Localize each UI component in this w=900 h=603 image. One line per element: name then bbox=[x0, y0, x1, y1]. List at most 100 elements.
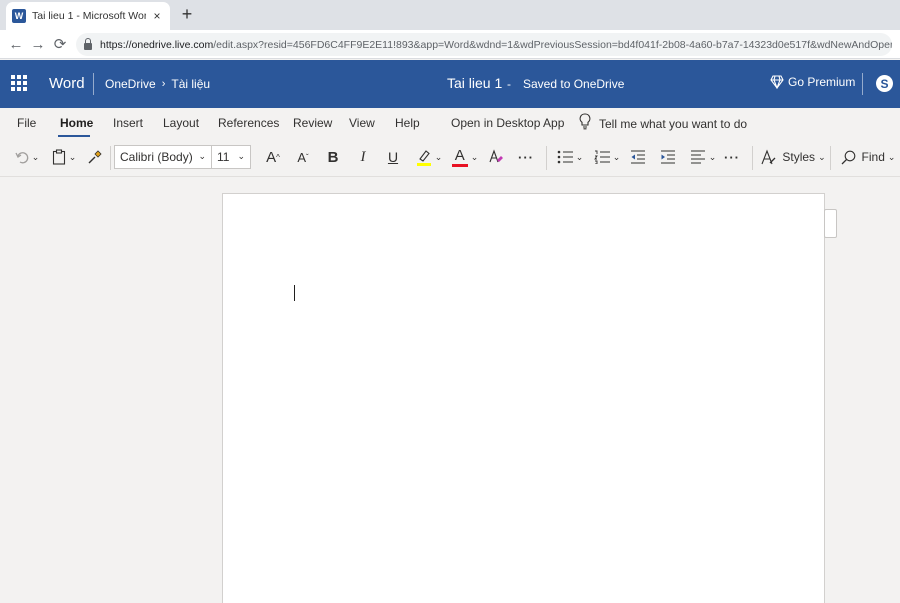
breadcrumb-onedrive[interactable]: OneDrive bbox=[105, 77, 156, 91]
browser-tab[interactable]: W Tai lieu 1 - Microsoft Word Online × bbox=[6, 2, 170, 30]
more-font-options-button[interactable]: ··· bbox=[516, 146, 536, 168]
chevron-down-icon: ⌄ bbox=[68, 151, 77, 162]
font-color-letter: A bbox=[454, 147, 465, 164]
tab-references[interactable]: References bbox=[218, 116, 279, 130]
clear-formatting-icon bbox=[489, 149, 503, 163]
chevron-down-icon: ⌄ bbox=[31, 151, 40, 162]
shrink-font-button[interactable]: Aˇ bbox=[293, 146, 313, 168]
shrink-font-mark: ˇ bbox=[306, 152, 309, 162]
chevron-down-icon: ⌄ bbox=[198, 151, 206, 161]
font-name-select[interactable]: Calibri (Body) ⌄ bbox=[114, 145, 212, 169]
chevron-down-icon: ⌄ bbox=[612, 151, 621, 162]
title-dash: - bbox=[507, 77, 511, 91]
diamond-icon bbox=[770, 75, 784, 89]
scrollbar-thumb[interactable] bbox=[824, 209, 837, 238]
more-paragraph-options-button[interactable]: ··· bbox=[722, 146, 742, 168]
new-tab-button[interactable]: + bbox=[176, 3, 198, 25]
tab-file[interactable]: File bbox=[17, 116, 36, 130]
tab-title: Tai lieu 1 - Microsoft Word Online bbox=[32, 10, 146, 22]
url-text: https://onedrive.live.com/edit.aspx?resi… bbox=[100, 39, 892, 51]
chevron-down-icon: ⌄ bbox=[470, 151, 479, 162]
highlighter-icon bbox=[416, 150, 431, 166]
undo-icon bbox=[15, 152, 29, 164]
url-host: https://onedrive.live.com bbox=[100, 38, 214, 51]
increase-indent-icon bbox=[660, 150, 675, 164]
go-premium-button[interactable]: Go Premium bbox=[770, 75, 855, 89]
clear-formatting-button[interactable] bbox=[486, 146, 506, 168]
paste-button[interactable]: ⌄ bbox=[50, 146, 78, 168]
font-name-value: Calibri (Body) bbox=[120, 150, 193, 164]
font-size-value: 11 bbox=[217, 150, 230, 164]
header-divider-right bbox=[862, 73, 863, 95]
browser-tabstrip: W Tai lieu 1 - Microsoft Word Online × + bbox=[0, 0, 900, 30]
text-cursor bbox=[294, 285, 295, 301]
chevron-down-icon: ⌄ bbox=[575, 151, 584, 162]
decrease-indent-icon bbox=[630, 150, 645, 164]
forward-button[interactable]: → bbox=[28, 34, 48, 54]
lock-icon bbox=[84, 37, 92, 50]
find-button[interactable]: Find ⌄ bbox=[838, 146, 898, 168]
word-header: Word OneDrive › Tài liệu Tai lieu 1 - Sa… bbox=[0, 60, 900, 108]
font-color-bar bbox=[451, 164, 468, 167]
search-icon bbox=[841, 150, 855, 164]
toolbar-divider bbox=[110, 146, 111, 170]
align-button[interactable]: ⌄ bbox=[688, 146, 718, 168]
styles-button[interactable]: Styles ⌄ bbox=[760, 146, 826, 168]
underline-button[interactable]: U bbox=[383, 146, 403, 168]
font-color-icon: A bbox=[451, 147, 468, 167]
tab-view[interactable]: View bbox=[349, 116, 375, 130]
header-divider bbox=[93, 73, 94, 95]
tab-open-desktop[interactable]: Open in Desktop App bbox=[451, 116, 564, 130]
highlight-button[interactable]: ⌄ bbox=[414, 146, 444, 168]
tab-layout[interactable]: Layout bbox=[163, 116, 199, 130]
paintbrush-icon bbox=[88, 149, 102, 163]
shrink-font-icon: A bbox=[297, 149, 306, 165]
chevron-down-icon: ⌄ bbox=[434, 151, 443, 162]
app-launcher-icon[interactable] bbox=[11, 75, 27, 91]
styles-icon bbox=[761, 148, 776, 164]
find-label: Find bbox=[861, 150, 885, 164]
grow-font-icon: A bbox=[266, 148, 277, 166]
numbering-button[interactable]: ⌄ bbox=[592, 146, 622, 168]
tab-home[interactable]: Home bbox=[60, 116, 93, 130]
font-color-button[interactable]: A ⌄ bbox=[450, 146, 480, 168]
increase-indent-button[interactable] bbox=[658, 146, 676, 168]
chevron-down-icon: ⌄ bbox=[708, 151, 717, 162]
styles-label: Styles bbox=[782, 150, 816, 164]
numbered-list-icon bbox=[593, 150, 610, 164]
decrease-indent-button[interactable] bbox=[628, 146, 646, 168]
back-button[interactable]: ← bbox=[6, 34, 26, 54]
tab-review[interactable]: Review bbox=[293, 116, 332, 130]
word-favicon-icon: W bbox=[12, 9, 26, 23]
close-tab-icon[interactable]: × bbox=[150, 9, 164, 23]
clipboard-icon bbox=[52, 149, 65, 165]
bullet-list-icon bbox=[557, 150, 573, 164]
skype-icon[interactable]: S bbox=[876, 75, 893, 92]
font-size-select[interactable]: 11 ⌄ bbox=[211, 145, 251, 169]
save-status: Saved to OneDrive bbox=[523, 77, 625, 91]
document-title[interactable]: Tai lieu 1 bbox=[447, 75, 502, 91]
grow-font-button[interactable]: A ^ bbox=[263, 146, 283, 168]
tab-help[interactable]: Help bbox=[395, 116, 420, 130]
chevron-down-icon: ⌄ bbox=[237, 151, 245, 161]
breadcrumb: OneDrive › Tài liệu bbox=[105, 77, 210, 91]
format-painter-button[interactable] bbox=[84, 146, 104, 168]
grow-font-mark: ^ bbox=[276, 152, 280, 162]
document-page[interactable] bbox=[222, 193, 825, 603]
italic-button[interactable]: I bbox=[353, 146, 373, 168]
lightbulb-icon bbox=[579, 113, 591, 130]
url-input[interactable]: https://onedrive.live.com/edit.aspx?resi… bbox=[76, 33, 892, 56]
tell-me-search[interactable]: Tell me what you want to do bbox=[599, 117, 747, 131]
toolbar-divider bbox=[830, 146, 831, 170]
bold-button[interactable]: B bbox=[323, 146, 343, 168]
undo-button[interactable]: ⌄ bbox=[12, 146, 42, 168]
breadcrumb-folder[interactable]: Tài liệu bbox=[171, 77, 210, 91]
app-name[interactable]: Word bbox=[49, 75, 85, 92]
bullets-button[interactable]: ⌄ bbox=[555, 146, 585, 168]
chevron-down-icon: ⌄ bbox=[818, 151, 826, 162]
chevron-down-icon: ⌄ bbox=[887, 151, 896, 162]
reload-button[interactable]: ⟳ bbox=[50, 34, 70, 54]
toolbar-divider bbox=[546, 146, 547, 170]
address-bar: ← → ⟳ https://onedrive.live.com/edit.asp… bbox=[0, 30, 900, 59]
tab-insert[interactable]: Insert bbox=[113, 116, 143, 130]
